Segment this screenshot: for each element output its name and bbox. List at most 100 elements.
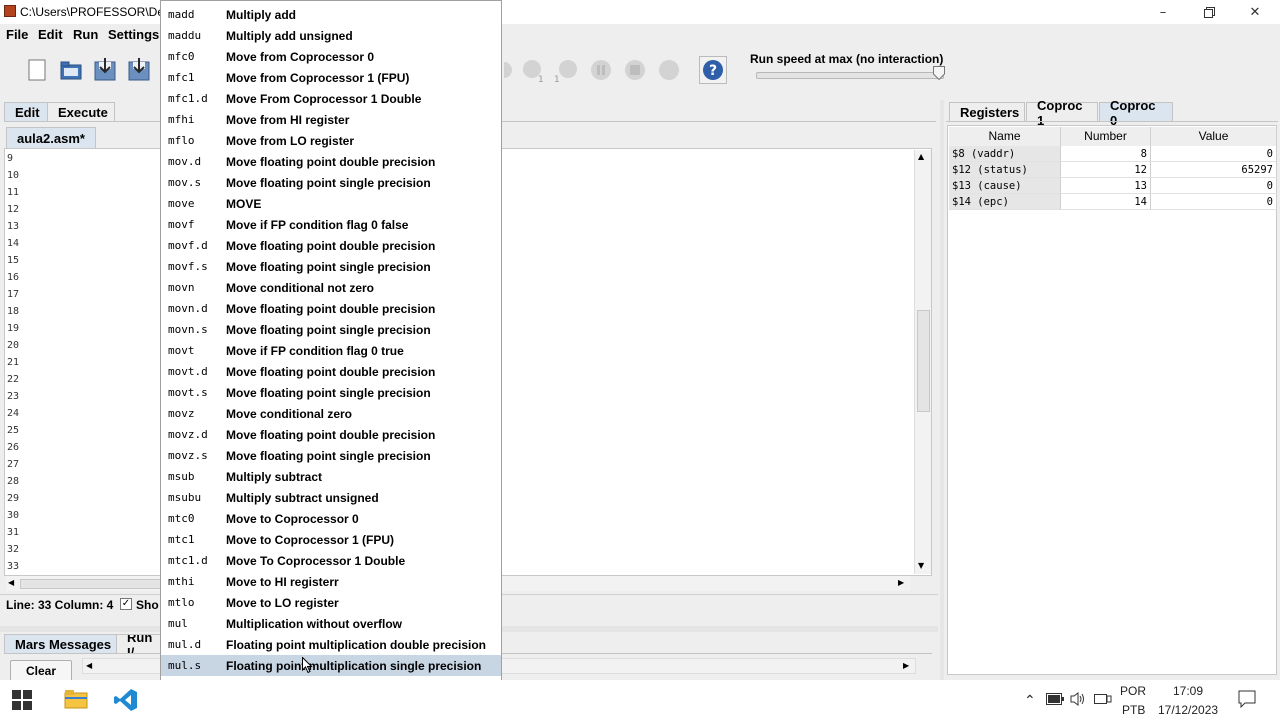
header-number[interactable]: Number (1061, 127, 1151, 146)
tab-mars-messages[interactable]: Mars Messages (4, 634, 123, 654)
run-speed-slider[interactable] (756, 72, 944, 79)
msg-scroll-right-icon[interactable]: ▶ (903, 661, 909, 670)
network-icon[interactable] (1094, 692, 1112, 709)
scroll-down-arrow-icon[interactable]: ▼ (918, 561, 924, 570)
autocomplete-item[interactable]: mfhi Move from HI register (161, 109, 501, 130)
autocomplete-item[interactable]: movn Move conditional not zero (161, 277, 501, 298)
autocomplete-item[interactable]: mfc1.d Move From Coprocessor 1 Double (161, 88, 501, 109)
register-value[interactable]: 0 (1151, 146, 1277, 162)
save-button[interactable] (90, 55, 120, 85)
header-name[interactable]: Name (949, 127, 1061, 146)
autocomplete-item[interactable]: movf.s Move floating point single precisi… (161, 256, 501, 277)
autocomplete-item[interactable]: movf Move if FP condition flag 0 false (161, 214, 501, 235)
clear-button[interactable]: Clear (10, 660, 72, 682)
reset-button[interactable] (654, 55, 684, 85)
keyboard-layout-indicator[interactable]: PTB (1122, 703, 1145, 717)
tab-execute[interactable]: Execute (47, 102, 115, 122)
register-row[interactable]: $8 (vaddr) 8 0 (949, 146, 1277, 162)
autocomplete-item[interactable]: movt.d Move floating point double precisi… (161, 361, 501, 382)
scroll-left-arrow-icon[interactable]: ◀ (8, 578, 14, 587)
instruction-mnemonic: movf.s (168, 260, 208, 273)
autocomplete-item[interactable]: mflo Move from LO register (161, 130, 501, 151)
save-as-button[interactable] (124, 55, 154, 85)
autocomplete-item[interactable]: movz.d Move floating point double precisi… (161, 424, 501, 445)
menu-file[interactable]: File (6, 27, 28, 42)
help-button[interactable]: ? (698, 55, 728, 85)
autocomplete-item[interactable]: msubu Multiply subtract unsigned (161, 487, 501, 508)
autocomplete-item[interactable]: mfc1 Move from Coprocessor 1 (FPU) (161, 67, 501, 88)
menu-run[interactable]: Run (73, 27, 98, 42)
show-hidden-icons-icon[interactable]: ⌃ (1024, 692, 1036, 709)
menu-edit[interactable]: Edit (38, 27, 63, 42)
restore-button[interactable] (1186, 0, 1232, 24)
autocomplete-item[interactable]: madd Multiply add (161, 4, 501, 25)
folder-icon (64, 690, 88, 709)
file-explorer-taskbar-button[interactable] (64, 688, 88, 713)
stop-button[interactable] (620, 55, 650, 85)
notifications-icon[interactable] (1238, 690, 1256, 711)
autocomplete-item[interactable]: mul Multiplication without overflow (161, 613, 501, 634)
run-step-button[interactable] (500, 55, 520, 85)
tab-coproc1[interactable]: Coproc 1 (1026, 98, 1098, 128)
autocomplete-item[interactable]: mul.d Floating point multiplication doubl… (161, 634, 501, 655)
autocomplete-item[interactable]: mov.d Move floating point double precisio… (161, 151, 501, 172)
volume-icon[interactable] (1070, 692, 1086, 709)
open-file-button[interactable] (56, 55, 86, 85)
editor-vertical-scrollbar[interactable]: ▲ ▼ (914, 150, 931, 574)
autocomplete-item[interactable]: move MOVE (161, 193, 501, 214)
autocomplete-item[interactable]: mov.s Move floating point single precisio… (161, 172, 501, 193)
scroll-right-arrow-icon[interactable]: ▶ (898, 578, 904, 587)
register-row[interactable]: $12 (status) 12 65297 (949, 162, 1277, 178)
instruction-description: Move floating point double precision (226, 238, 436, 253)
autocomplete-item[interactable]: mtc0 Move to Coprocessor 0 (161, 508, 501, 529)
tab-coproc0[interactable]: Coproc 0 (1099, 98, 1173, 128)
register-name: $12 (status) (949, 162, 1061, 178)
clock-date[interactable]: 17/12/2023 (1158, 703, 1218, 717)
autocomplete-item[interactable]: msub Multiply subtract (161, 466, 501, 487)
register-row[interactable]: $14 (epc) 14 0 (949, 194, 1277, 210)
autocomplete-item[interactable]: maddu Multiply add unsigned (161, 25, 501, 46)
vscode-taskbar-button[interactable] (114, 688, 138, 715)
tab-file-aula2[interactable]: aula2.asm* (6, 127, 96, 148)
menu-settings[interactable]: Settings (108, 27, 159, 42)
msg-scroll-left-icon[interactable]: ◀ (86, 661, 92, 670)
autocomplete-item[interactable]: movt Move if FP condition flag 0 true (161, 340, 501, 361)
register-row[interactable]: $13 (cause) 13 0 (949, 178, 1277, 194)
tab-registers[interactable]: Registers (949, 102, 1025, 122)
run-speed-slider-thumb[interactable] (933, 66, 945, 81)
tab-edit[interactable]: Edit (4, 102, 51, 122)
windows-start-button[interactable] (12, 690, 32, 713)
register-value[interactable]: 0 (1151, 194, 1277, 210)
close-button[interactable]: ✕ (1232, 0, 1278, 24)
autocomplete-item[interactable]: movn.d Move floating point double precisi… (161, 298, 501, 319)
step-back-button[interactable]: 1 (552, 55, 582, 85)
autocomplete-item[interactable]: mfc0 Move from Coprocessor 0 (161, 46, 501, 67)
autocomplete-item[interactable]: mthi Move to HI registerr (161, 571, 501, 592)
clock-time[interactable]: 17:09 (1173, 684, 1203, 698)
autocomplete-item[interactable]: movz.s Move floating point single precisi… (161, 445, 501, 466)
instruction-description: Move to HI registerr (226, 574, 339, 589)
autocomplete-item[interactable]: mtlo Move to LO register (161, 592, 501, 613)
instruction-description: Move conditional zero (226, 406, 353, 421)
battery-icon[interactable] (1046, 693, 1064, 708)
new-file-button[interactable] (22, 55, 52, 85)
step-forward-button[interactable]: 1 (518, 55, 548, 85)
scroll-up-arrow-icon[interactable]: ▲ (918, 152, 924, 161)
autocomplete-item[interactable]: mul.s Floating point multiplication singl… (161, 655, 501, 676)
minimize-button[interactable]: – (1140, 0, 1186, 24)
autocomplete-item[interactable]: mtc1.d Move To Coprocessor 1 Double (161, 550, 501, 571)
autocomplete-item[interactable]: movn.s Move floating point single precisi… (161, 319, 501, 340)
pause-button[interactable] (586, 55, 616, 85)
tab-run-io[interactable]: Run I/ (116, 634, 162, 654)
autocomplete-item[interactable]: movz Move conditional zero (161, 403, 501, 424)
right-panel-divider[interactable] (940, 100, 944, 680)
language-indicator[interactable]: POR (1120, 684, 1146, 698)
autocomplete-item[interactable]: mtc1 Move to Coprocessor 1 (FPU) (161, 529, 501, 550)
autocomplete-item[interactable]: movt.s Move floating point single precisi… (161, 382, 501, 403)
header-value[interactable]: Value (1151, 127, 1277, 146)
register-value[interactable]: 65297 (1151, 162, 1277, 178)
editor-vscroll-thumb[interactable] (917, 310, 930, 412)
register-value[interactable]: 0 (1151, 178, 1277, 194)
editor-hscroll-thumb[interactable] (20, 579, 162, 589)
autocomplete-item[interactable]: movf.d Move floating point double precisi… (161, 235, 501, 256)
